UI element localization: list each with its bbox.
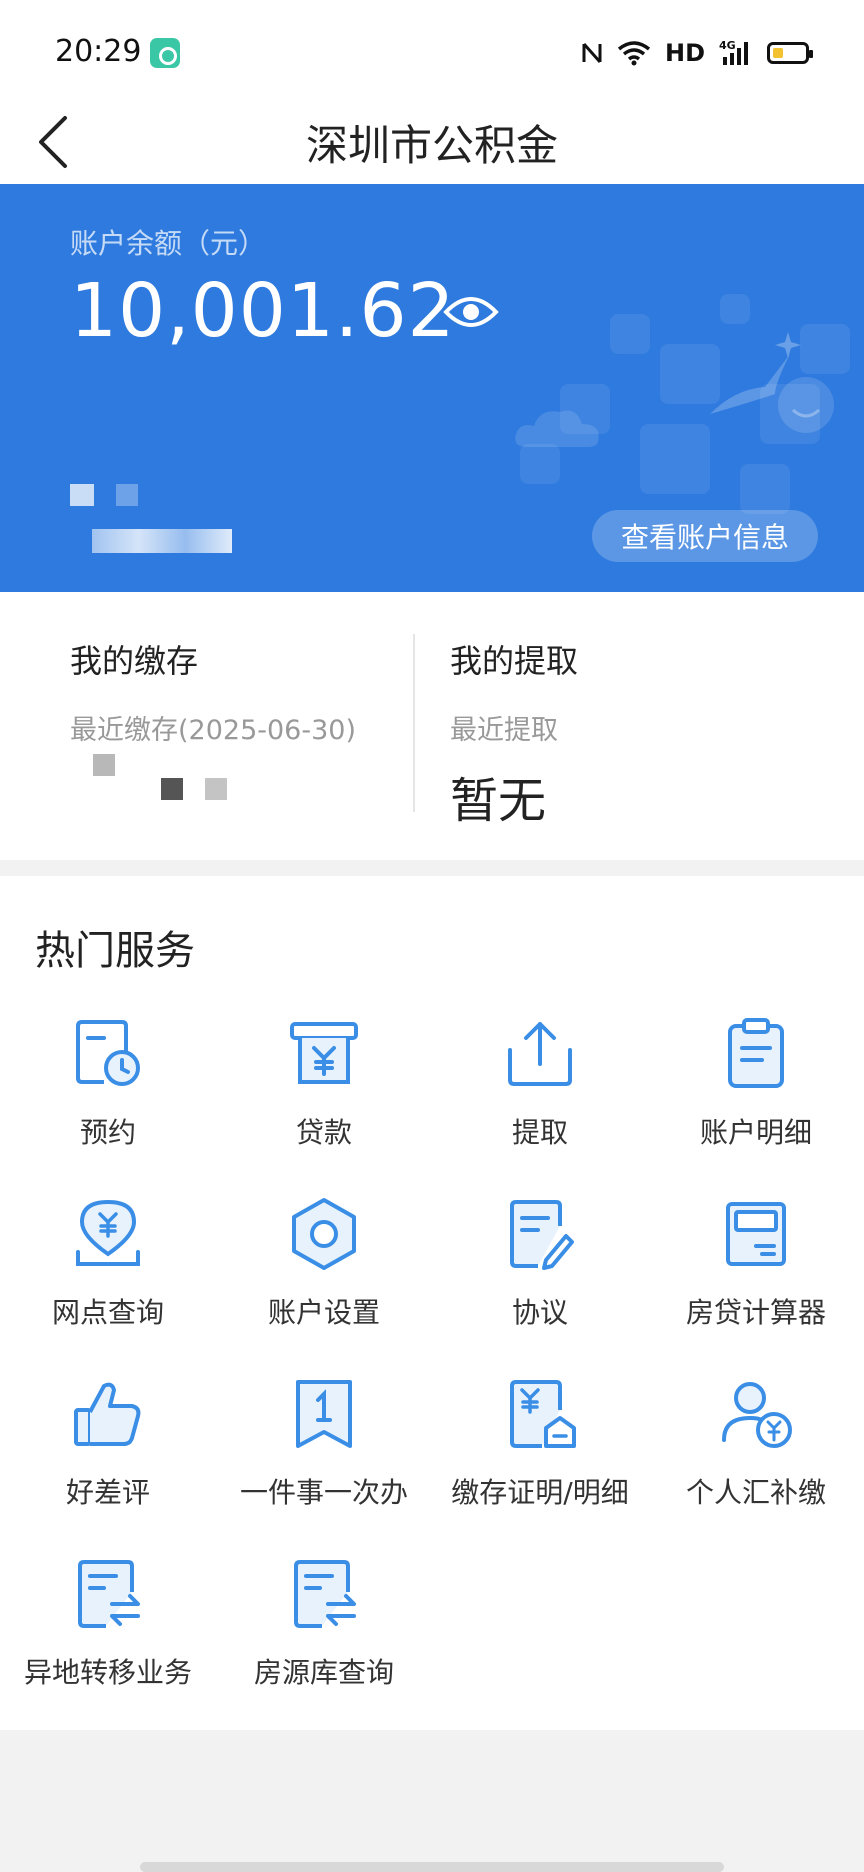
service-label: 预约	[79, 1116, 136, 1149]
home-indicator[interactable]	[140, 1862, 724, 1872]
status-bar: 20:29 HD 4G	[0, 0, 864, 100]
hot-services-panel: 热门服务 预约 贷款 提取 账户明细 网点查询 账户设置 协议 房贷计算器 好差…	[0, 876, 864, 1730]
smile-decor-icon	[778, 377, 834, 433]
bookmark-one-icon	[296, 1380, 352, 1448]
service-label: 房贷计算器	[685, 1296, 826, 1329]
deposit-heading: 我的缴存	[70, 642, 199, 680]
decor	[740, 464, 790, 514]
service-item-mortgage-calculator[interactable]: 房贷计算器	[648, 1196, 864, 1356]
decor	[610, 314, 650, 354]
masked-deposit-amount	[93, 754, 115, 776]
service-label: 个人汇补缴	[685, 1476, 826, 1509]
services-title: 热门服务	[35, 928, 195, 974]
service-label: 好差评	[65, 1476, 150, 1509]
hexagon-settings-icon	[292, 1198, 356, 1270]
app-notification-icon	[150, 38, 180, 68]
service-label: 一件事一次办	[239, 1476, 408, 1509]
balance-label: 账户余额（元）	[70, 227, 267, 260]
service-label: 网点查询	[51, 1296, 164, 1329]
service-item-outlet-query[interactable]: 网点查询	[0, 1196, 216, 1356]
summary-panel: 我的缴存 最近缴存(2025-06-30) 我的提取 最近提取 暂无	[0, 592, 864, 860]
calendar-clock-icon	[76, 1020, 140, 1086]
masked-text	[116, 484, 138, 506]
service-item-agreement[interactable]: 协议	[432, 1196, 648, 1356]
back-button[interactable]	[18, 100, 88, 184]
service-item-withdraw[interactable]: 提取	[432, 1016, 648, 1176]
thumbs-up-icon	[74, 1382, 141, 1446]
hd-indicator: HD	[664, 39, 705, 67]
service-item-housing-query[interactable]: 房源库查询	[216, 1556, 432, 1716]
service-label: 贷款	[295, 1116, 352, 1149]
chevron-left-icon	[39, 116, 67, 168]
service-item-personal-supplement[interactable]: 个人汇补缴	[648, 1376, 864, 1536]
service-item-one-stop[interactable]: 一件事一次办	[216, 1376, 432, 1536]
masked-account-number	[92, 529, 232, 553]
upload-icon	[508, 1022, 572, 1086]
withdraw-heading: 我的提取	[450, 642, 579, 680]
service-item-appointment[interactable]: 预约	[0, 1016, 216, 1176]
yuan-receipt-icon	[290, 1022, 358, 1084]
star-decor-icon	[775, 332, 801, 358]
nfc-icon	[582, 43, 602, 63]
balance-card: 账户余额（元） 10,001.62 查看账户信息	[0, 184, 864, 592]
service-item-rating[interactable]: 好差评	[0, 1376, 216, 1536]
service-item-deposit-certificate[interactable]: 缴存证明/明细	[432, 1376, 648, 1536]
document-transfer-icon	[294, 1560, 356, 1628]
signal-4g-icon: 4G	[719, 39, 748, 65]
balance-value: 10,001.62	[70, 268, 456, 354]
clipboard-icon	[728, 1018, 784, 1088]
document-yuan-icon	[510, 1380, 576, 1448]
service-item-cross-region-transfer[interactable]: 异地转移业务	[0, 1556, 216, 1716]
service-label: 房源库查询	[253, 1656, 394, 1689]
nav-bar: 深圳市公积金	[0, 100, 864, 184]
masked-deposit-amount	[161, 778, 183, 800]
view-account-info-button[interactable]: 查看账户信息	[592, 510, 818, 562]
decor	[720, 294, 750, 324]
masked-text	[70, 484, 94, 506]
service-label: 账户设置	[267, 1296, 380, 1329]
calculator-icon	[726, 1202, 786, 1266]
eye-icon	[443, 297, 499, 327]
svg-text:4G: 4G	[719, 39, 736, 52]
wifi-icon	[617, 41, 651, 66]
service-label: 异地转移业务	[23, 1656, 192, 1689]
my-withdraw-section[interactable]: 我的提取 最近提取 暂无	[450, 636, 578, 831]
service-label: 账户明细	[699, 1116, 812, 1149]
toggle-visibility-button[interactable]	[443, 292, 499, 332]
service-label: 缴存证明/明细	[451, 1476, 629, 1509]
person-yuan-icon	[722, 1382, 792, 1448]
cloud-decor-icon	[515, 410, 599, 447]
withdraw-value: 暂无	[450, 773, 547, 829]
service-item-account-settings[interactable]: 账户设置	[216, 1196, 432, 1356]
withdraw-sub: 最近提取	[450, 715, 558, 746]
status-icons: HD 4G	[581, 36, 813, 70]
service-label: 协议	[511, 1296, 568, 1329]
document-transfer-icon	[78, 1560, 140, 1628]
service-item-account-detail[interactable]: 账户明细	[648, 1016, 864, 1176]
document-edit-icon	[510, 1200, 574, 1270]
battery-icon	[767, 42, 813, 64]
deposit-sub: 最近缴存(2025-06-30)	[70, 715, 356, 746]
service-item-loan[interactable]: 贷款	[216, 1016, 432, 1176]
location-yuan-icon	[76, 1199, 140, 1266]
status-time: 20:29	[55, 34, 142, 69]
page-title: 深圳市公积金	[305, 120, 558, 170]
service-label: 提取	[511, 1116, 568, 1149]
divider	[413, 634, 415, 812]
decor	[800, 324, 850, 374]
my-deposit-section[interactable]: 我的缴存 最近缴存(2025-06-30)	[70, 636, 356, 747]
masked-deposit-amount	[205, 778, 227, 800]
decor	[640, 424, 710, 494]
